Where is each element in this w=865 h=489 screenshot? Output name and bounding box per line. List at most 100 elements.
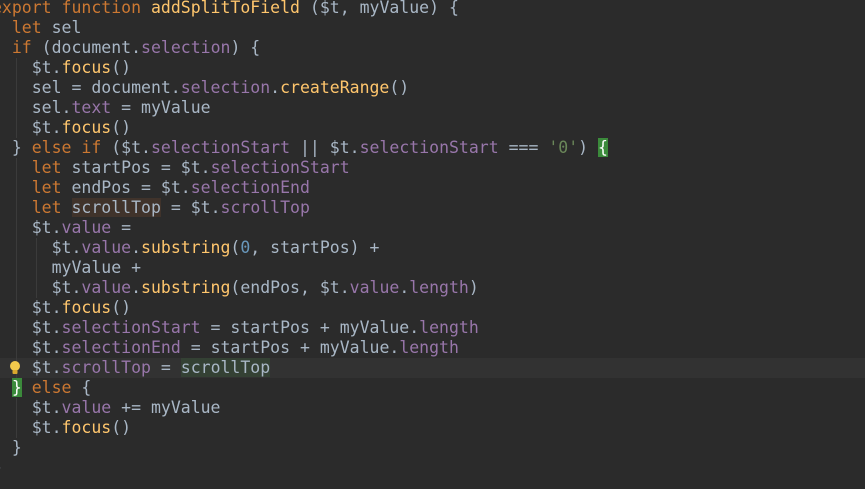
code-token: $t.: [0, 278, 82, 297]
code-line[interactable]: $t.value.substring(0, startPos) +: [0, 238, 865, 258]
code-token: focus: [61, 298, 112, 317]
code-token: = myValue: [111, 98, 211, 117]
code-text: $t.focus(): [0, 418, 131, 438]
code-token: }: [0, 458, 2, 477]
code-text: }: [0, 458, 2, 478]
code-text: $t.scrollTop = scrollTop: [0, 358, 271, 378]
code-token: ): [468, 278, 479, 297]
code-token: = startPos + myValue.: [200, 318, 420, 337]
code-line[interactable]: myValue +: [0, 258, 865, 278]
code-text: let sel: [0, 18, 82, 38]
code-text: let endPos = $t.selectionEnd: [0, 178, 310, 198]
code-token: focus: [61, 418, 112, 437]
code-line[interactable]: $t.focus(): [0, 298, 865, 318]
code-token: value: [61, 398, 112, 417]
code-token: addSplitToField: [150, 0, 300, 17]
code-text: let scrollTop = $t.scrollTop: [0, 198, 310, 218]
code-token: ($t, myValue) {: [299, 0, 459, 17]
code-token: (: [230, 238, 241, 257]
code-line[interactable]: $t.selectionStart = startPos + myValue.l…: [0, 318, 865, 338]
code-token: (): [111, 118, 132, 137]
code-text: $t.focus(): [0, 298, 131, 318]
code-token: ) {: [230, 38, 261, 57]
code-line[interactable]: } else if ($t.selectionStart || $t.selec…: [0, 138, 865, 158]
code-token: (): [111, 58, 132, 77]
code-token: $t.: [31, 318, 62, 337]
code-line[interactable]: $t.value =: [0, 218, 865, 238]
code-token: .: [270, 78, 281, 97]
code-token: $t.: [31, 418, 62, 437]
code-token: (): [389, 78, 410, 97]
code-token: '0': [548, 138, 579, 157]
code-line[interactable]: $t.focus(): [0, 118, 865, 138]
code-token: startPos = $t.: [61, 158, 211, 177]
code-text: $t.value.substring(endPos, $t.value.leng…: [0, 278, 479, 298]
code-text: $t.value.substring(0, startPos) +: [0, 238, 380, 258]
code-token: selection: [180, 78, 271, 97]
code-token: focus: [61, 58, 112, 77]
code-token: = $t.: [160, 198, 221, 217]
code-token: export function: [0, 0, 151, 17]
code-token: .: [131, 278, 142, 297]
code-line[interactable]: let startPos = $t.selectionStart: [0, 158, 865, 178]
code-token: += myValue: [111, 398, 221, 417]
code-token: value: [81, 238, 132, 257]
code-token: $t.: [31, 298, 62, 317]
code-token: text: [71, 98, 112, 117]
code-token: createRange: [280, 78, 390, 97]
code-line[interactable]: sel.text = myValue: [0, 98, 865, 118]
lightbulb-icon[interactable]: [9, 360, 21, 376]
code-token: = startPos + myValue.: [180, 338, 400, 357]
code-line[interactable]: export function addSplitToField ($t, myV…: [0, 0, 865, 18]
code-token: substring: [141, 278, 231, 297]
code-line[interactable]: let sel: [0, 18, 865, 38]
code-token: scrollTop: [180, 358, 271, 377]
code-line[interactable]: $t.value.substring(endPos, $t.value.leng…: [0, 278, 865, 298]
code-token: (endPos, $t.: [230, 278, 350, 297]
code-line[interactable]: let scrollTop = $t.scrollTop: [0, 198, 865, 218]
code-token: value: [61, 218, 112, 237]
code-token: scrollTop: [61, 358, 151, 377]
code-text: myValue +: [0, 258, 141, 278]
code-token: $t.: [31, 338, 62, 357]
code-line[interactable]: $t.focus(): [0, 58, 865, 78]
code-text: if (document.selection) {: [0, 38, 260, 58]
code-token: $t.: [0, 238, 82, 257]
code-text: $t.value += myValue: [0, 398, 221, 418]
code-token: if: [11, 38, 32, 57]
code-text: }: [0, 438, 22, 458]
code-line[interactable]: }: [0, 458, 865, 478]
code-token: length: [409, 278, 469, 297]
code-token: {: [71, 378, 92, 397]
code-token: , startPos) +: [250, 238, 380, 257]
code-token: value: [349, 278, 400, 297]
code-token: else: [31, 378, 72, 397]
code-line[interactable]: $t.focus(): [0, 418, 865, 438]
code-line[interactable]: if (document.selection) {: [0, 38, 865, 58]
code-token: scrollTop: [71, 198, 161, 217]
code-text: $t.value =: [0, 218, 131, 238]
code-token: =: [150, 358, 181, 377]
code-token: sel: [41, 18, 82, 37]
code-line[interactable]: }: [0, 438, 865, 458]
code-token: $t.: [31, 118, 62, 137]
code-line[interactable]: } else {: [0, 378, 865, 398]
code-text: $t.focus(): [0, 118, 131, 138]
code-line[interactable]: sel = document.selection.createRange(): [0, 78, 865, 98]
code-token: || $t.: [290, 138, 360, 157]
code-text: sel.text = myValue: [0, 98, 211, 118]
code-token: selectionStart: [210, 158, 350, 177]
code-line[interactable]: $t.value += myValue: [0, 398, 865, 418]
code-line[interactable]: $t.selectionEnd = startPos + myValue.len…: [0, 338, 865, 358]
code-token: substring: [141, 238, 231, 257]
code-token: =: [111, 218, 132, 237]
code-line[interactable]: let endPos = $t.selectionEnd: [0, 178, 865, 198]
code-editor[interactable]: export function addSplitToField ($t, myV…: [0, 0, 865, 489]
code-line[interactable]: $t.scrollTop = scrollTop: [0, 358, 865, 378]
